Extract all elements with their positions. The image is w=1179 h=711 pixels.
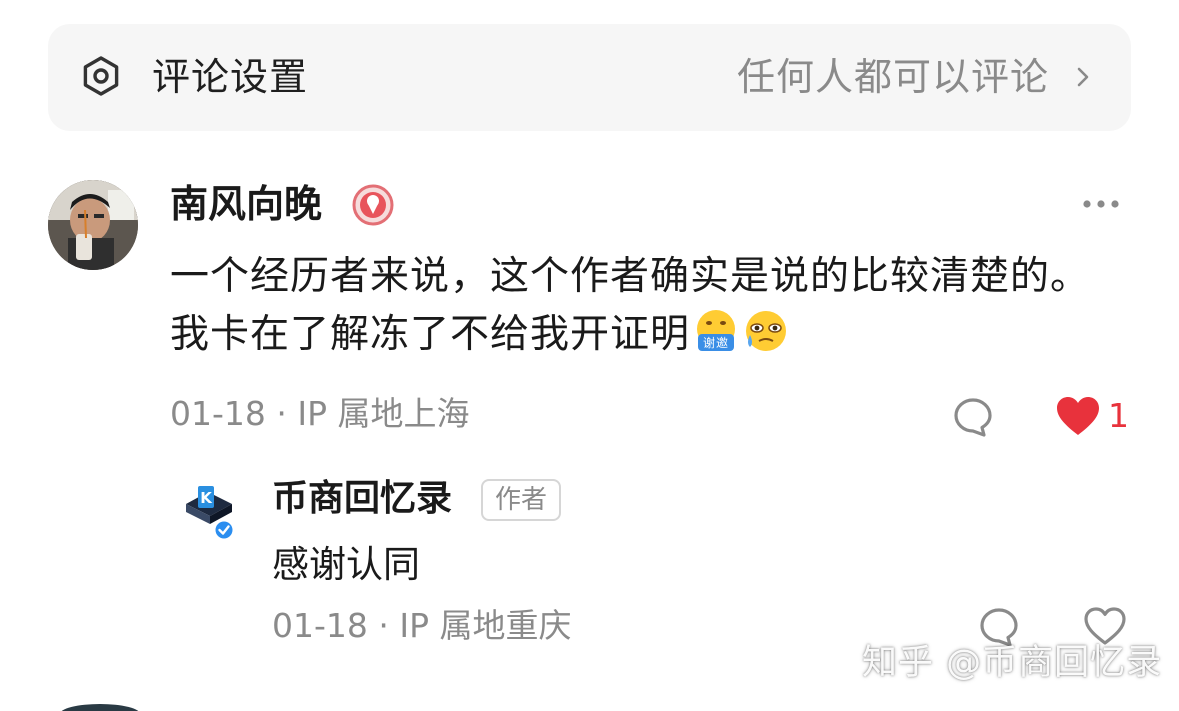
thank-you-emoji: 谢邀 bbox=[697, 310, 736, 351]
author-tag: 作者 bbox=[481, 479, 562, 521]
reply-date: 01-18 bbox=[272, 606, 368, 645]
reply-icon[interactable] bbox=[952, 396, 994, 438]
watermark: 知乎 @币商回忆录 bbox=[862, 643, 1163, 683]
comment-date: 01-18 bbox=[170, 394, 266, 433]
ice-cream-badge-icon bbox=[352, 184, 394, 226]
teary-emoji bbox=[746, 311, 787, 351]
settings-label: 评论设置 bbox=[152, 55, 309, 99]
next-comment-avatar bbox=[60, 704, 140, 711]
chevron-right-icon bbox=[1077, 67, 1089, 87]
svg-text:K: K bbox=[200, 489, 213, 507]
avatar[interactable] bbox=[48, 180, 138, 270]
reply-location: IP 属地重庆 bbox=[399, 606, 572, 645]
settings-value[interactable]: 任何人都可以评论 bbox=[737, 52, 1049, 102]
avatar-photo bbox=[48, 180, 138, 270]
reply-author-name[interactable]: 币商回忆录 bbox=[272, 474, 452, 524]
comment-location: IP 属地上海 bbox=[297, 394, 470, 433]
comment-body: 一个经历者来说，这个作者确实是说的比较清楚的。我卡在了解冻了不给我开证明 bbox=[170, 254, 1091, 357]
heart-filled-icon[interactable] bbox=[1055, 395, 1101, 437]
reply-avatar[interactable]: K bbox=[178, 482, 240, 546]
comment-text: 一个经历者来说，这个作者确实是说的比较清楚的。我卡在了解冻了不给我开证明 谢邀 bbox=[170, 248, 1100, 364]
like-count: 1 bbox=[1108, 396, 1129, 435]
comment-page: 评论设置 任何人都可以评论 南风向晚 一个经历者来说，这个作者确实是说的比较清楚… bbox=[0, 0, 1179, 711]
settings-hexagon-icon bbox=[83, 56, 119, 96]
reply-text: 感谢认同 bbox=[272, 543, 420, 586]
meta-separator: · bbox=[265, 394, 298, 433]
emoji-label: 谢邀 bbox=[703, 335, 729, 350]
comment-author-name[interactable]: 南风向晚 bbox=[170, 178, 322, 230]
reply-meta: 01-18 · IP 属地重庆 bbox=[272, 602, 572, 650]
more-options-icon[interactable] bbox=[1080, 196, 1122, 212]
comment-meta: 01-18 · IP 属地上海 bbox=[170, 390, 470, 438]
meta-separator: · bbox=[367, 606, 400, 645]
